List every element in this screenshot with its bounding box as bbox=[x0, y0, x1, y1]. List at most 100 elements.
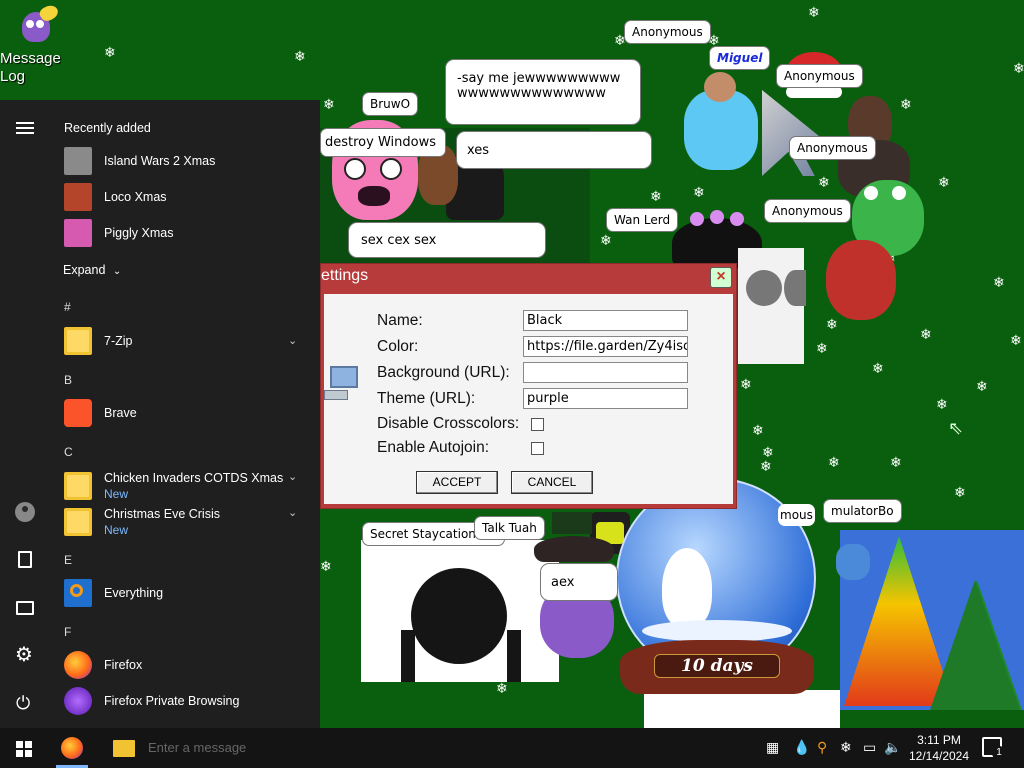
app-brave[interactable]: Brave bbox=[64, 399, 137, 427]
background-url-field[interactable] bbox=[523, 362, 688, 383]
snowflake-icon: ❄ bbox=[816, 341, 828, 357]
start-button[interactable] bbox=[0, 728, 48, 768]
taskbar-explorer[interactable] bbox=[100, 728, 148, 768]
section-letter[interactable]: E bbox=[64, 553, 72, 567]
app-tray-icon[interactable]: ▦ bbox=[766, 739, 779, 756]
app-firefox[interactable]: Firefox bbox=[64, 651, 142, 679]
new-badge: New bbox=[104, 487, 129, 501]
volume-icon[interactable]: 🔈 bbox=[884, 739, 901, 756]
tree-cursor-icon: ⇖ bbox=[948, 418, 964, 439]
documents-icon[interactable] bbox=[18, 551, 32, 568]
enable-autojoin-checkbox[interactable] bbox=[531, 442, 544, 455]
app-chicken-invaders[interactable]: Chicken Invaders COTDS Xmas New bbox=[64, 471, 283, 501]
section-letter[interactable]: B bbox=[64, 373, 72, 387]
app-loco-xmas[interactable]: Loco Xmas bbox=[64, 183, 167, 211]
search-icon[interactable]: ⚲ bbox=[817, 739, 827, 756]
recently-added-header: Recently added bbox=[64, 121, 151, 135]
green-patch bbox=[552, 512, 592, 534]
start-rail: ⚙ ⏻ bbox=[0, 100, 48, 728]
app-label: Piggly Xmas bbox=[104, 226, 174, 240]
app-piggly-xmas[interactable]: Piggly Xmas bbox=[64, 219, 173, 247]
color-field[interactable]: https://file.garden/Zy4isc3 bbox=[523, 336, 688, 357]
snowflake-icon: ❄ bbox=[818, 175, 830, 191]
cancel-button[interactable]: CANCEL bbox=[511, 471, 593, 494]
app-label: Firefox Private Browsing bbox=[104, 694, 240, 708]
expand-button[interactable]: Expand ⌄ bbox=[63, 263, 121, 277]
snowflake-icon: ❄ bbox=[890, 455, 902, 471]
monkey-avatar[interactable] bbox=[826, 240, 896, 320]
app-label: 7-Zip bbox=[104, 334, 133, 348]
app-firefox-private[interactable]: Firefox Private Browsing bbox=[64, 687, 239, 715]
name-bubble: Anonymous bbox=[776, 64, 863, 88]
chevron-down-icon: ⌄ bbox=[112, 266, 122, 277]
app-label: Chicken Invaders COTDS Xmas bbox=[104, 471, 284, 485]
snowflake-icon: ❄ bbox=[1013, 61, 1024, 77]
app-everything[interactable]: Everything bbox=[64, 579, 163, 607]
chat-input[interactable]: Enter a message bbox=[148, 740, 246, 755]
snowflake-icon: ❄ bbox=[760, 459, 772, 475]
name-bubble: Talk Tuah bbox=[474, 516, 545, 540]
chat-bubble: aex bbox=[540, 563, 618, 601]
cursor-avatar[interactable] bbox=[762, 90, 828, 176]
disable-crosscolors-label: Disable Crosscolors: bbox=[377, 415, 520, 432]
theme-url-field[interactable]: purple bbox=[523, 388, 688, 409]
folder-icon bbox=[64, 472, 92, 500]
section-letter[interactable]: F bbox=[64, 625, 71, 639]
chevron-down-icon[interactable]: ⌄ bbox=[288, 470, 297, 483]
snowflake-icon: ❄ bbox=[808, 5, 820, 21]
power-icon[interactable]: ⏻ bbox=[16, 694, 30, 714]
settings-icon[interactable]: ⚙ bbox=[15, 644, 33, 664]
app-christmas-eve-crisis[interactable]: Christmas Eve Crisis New bbox=[64, 507, 220, 537]
ice-avatar[interactable] bbox=[684, 72, 758, 170]
chevron-down-icon[interactable]: ⌄ bbox=[288, 506, 297, 519]
clock-time: 3:11 PM bbox=[917, 733, 961, 747]
name-bubble: Anonymous bbox=[624, 20, 711, 44]
chat-bubble: -say me jewwwwwwwwwwwwwwwwwwwwwww bbox=[445, 59, 641, 125]
accept-button[interactable]: ACCEPT bbox=[416, 471, 498, 494]
name-field[interactable]: Black bbox=[523, 310, 688, 331]
everything-icon bbox=[64, 579, 92, 607]
clock[interactable]: 3:11 PM 12/14/2024 bbox=[904, 732, 974, 764]
enable-autojoin-label: Enable Autojoin: bbox=[377, 439, 490, 456]
disable-crosscolors-checkbox[interactable] bbox=[531, 418, 544, 431]
name-bubble: Anonymous bbox=[789, 136, 876, 160]
taskbar-firefox[interactable] bbox=[48, 728, 96, 768]
message-log-icon bbox=[16, 2, 61, 50]
app-island-wars[interactable]: Island Wars 2 Xmas bbox=[64, 147, 215, 175]
piggly-xmas-icon bbox=[64, 219, 92, 247]
snowflake-icon: ❄ bbox=[740, 377, 752, 393]
section-letter[interactable]: # bbox=[64, 300, 71, 314]
section-letter[interactable]: C bbox=[64, 445, 73, 459]
app-label: Island Wars 2 Xmas bbox=[104, 154, 216, 168]
message-log-shortcut[interactable]: Message Log bbox=[0, 2, 70, 86]
clock-date: 12/14/2024 bbox=[908, 749, 970, 763]
droplet-icon[interactable]: 💧 bbox=[793, 739, 810, 756]
hamburger-icon[interactable] bbox=[16, 122, 34, 134]
account-icon[interactable] bbox=[15, 502, 35, 522]
chevron-down-icon[interactable]: ⌄ bbox=[288, 334, 297, 347]
snowflake-icon: ❄ bbox=[936, 397, 948, 413]
name-bubble: Miguel bbox=[709, 46, 771, 70]
snowflake-icon: ❄ bbox=[762, 445, 774, 461]
snowflake-icon: ❄ bbox=[976, 379, 988, 395]
snowflake-tray-icon[interactable]: ❄ bbox=[840, 739, 852, 756]
app-label: Everything bbox=[104, 586, 164, 600]
snowflake-icon: ❄ bbox=[496, 681, 508, 697]
message-log-label: Message Log bbox=[0, 50, 61, 85]
theme-url-label: Theme (URL): bbox=[377, 390, 476, 407]
name-bubble: mulatorBo bbox=[823, 499, 902, 523]
snowflake-icon: ❄ bbox=[872, 361, 884, 377]
dialog-title: ettings bbox=[321, 267, 369, 284]
name-bubble: BruwO bbox=[362, 92, 419, 116]
snowflake-icon: ❄ bbox=[600, 233, 612, 249]
notification-count: 1 bbox=[992, 746, 1006, 760]
island-wars-icon bbox=[64, 147, 92, 175]
network-icon[interactable]: ▭ bbox=[863, 739, 876, 756]
expand-label: Expand bbox=[63, 263, 106, 277]
app-7zip[interactable]: 7-Zip bbox=[64, 327, 132, 355]
folder-icon bbox=[64, 327, 92, 355]
staycation-panel bbox=[361, 540, 559, 682]
close-button[interactable]: × bbox=[710, 267, 732, 288]
pictures-icon[interactable] bbox=[16, 601, 34, 615]
blue-avatar[interactable] bbox=[836, 544, 870, 580]
